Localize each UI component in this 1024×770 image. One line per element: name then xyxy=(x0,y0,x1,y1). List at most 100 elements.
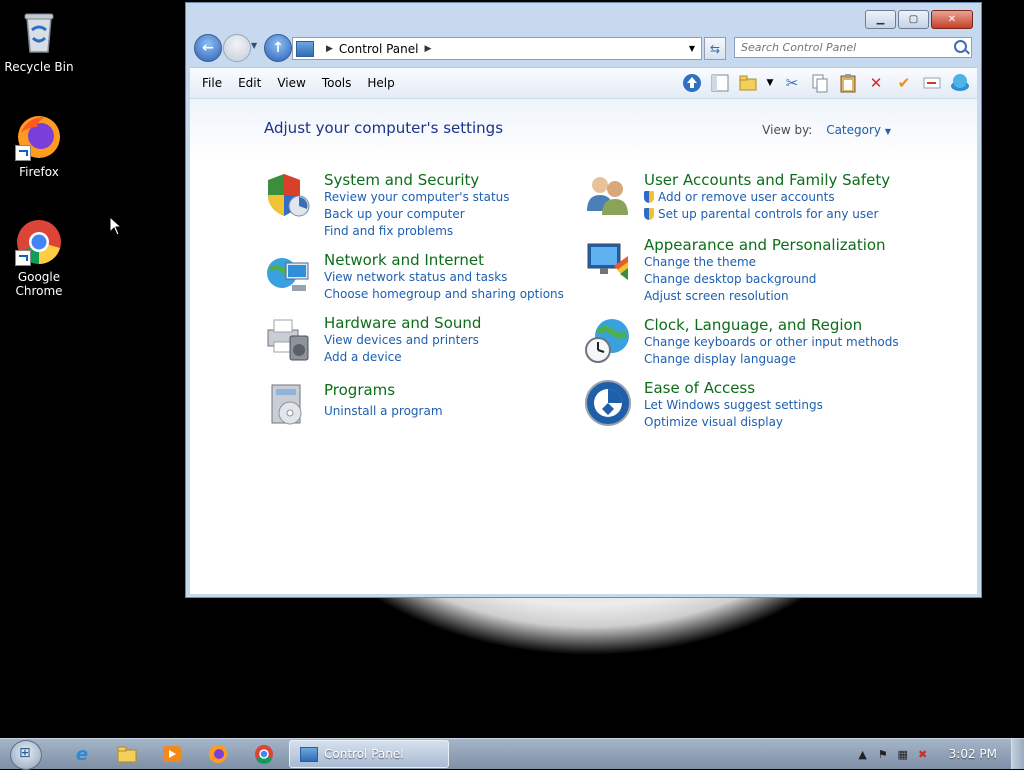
taskbar-task-control-panel[interactable]: Control Panel xyxy=(289,740,449,768)
task-label: Control Panel xyxy=(324,747,404,761)
rename-icon[interactable] xyxy=(921,72,943,94)
action-center-flag-icon[interactable]: ⚑ xyxy=(873,744,893,764)
volume-muted-icon[interactable]: ✖ xyxy=(913,744,933,764)
breadcrumb-separator-icon[interactable]: ▶ xyxy=(425,44,432,54)
up-button[interactable]: ↑ xyxy=(264,34,292,62)
category-title[interactable]: Ease of Access xyxy=(644,379,823,397)
cut-icon[interactable]: ✂ xyxy=(781,72,803,94)
user-accounts-icon xyxy=(584,171,632,219)
category-title[interactable]: Appearance and Personalization xyxy=(644,236,886,254)
link-suggest-settings[interactable]: Let Windows suggest settings xyxy=(644,397,823,414)
taskbar-firefox[interactable] xyxy=(200,742,236,766)
taskbar-media-player[interactable] xyxy=(154,742,190,766)
control-panel-icon xyxy=(300,746,318,762)
copy-icon[interactable] xyxy=(809,72,831,94)
link-display-language[interactable]: Change display language xyxy=(644,351,899,368)
refresh-button[interactable]: ⇆ xyxy=(704,37,726,60)
taskbar: e Control Panel ▲ ⚑ ▦ ✖ 3:02 PM xyxy=(0,738,1024,770)
link-uninstall-program[interactable]: Uninstall a program xyxy=(324,403,443,420)
search-icon[interactable] xyxy=(954,40,967,53)
breadcrumb-control-panel[interactable]: Control Panel xyxy=(339,42,419,56)
delete-icon[interactable]: ✕ xyxy=(865,72,887,94)
desktop-icon-chrome[interactable]: Google Chrome xyxy=(4,218,74,298)
folder-icon xyxy=(117,746,137,763)
show-hidden-icons-icon[interactable]: ▲ xyxy=(853,744,873,764)
chevron-down-icon[interactable]: ▼ xyxy=(765,72,775,94)
close-button[interactable]: ✕ xyxy=(931,10,973,29)
view-by-label: View by: xyxy=(762,123,813,137)
show-desktop-button[interactable] xyxy=(1011,739,1024,769)
folder-options-icon[interactable] xyxy=(737,72,759,94)
control-panel-window: ▁ ▢ ✕ ← ▼ ↑ ▶ Control Panel ▶ ▼ ⇆ File E… xyxy=(185,2,982,598)
up-folder-icon[interactable] xyxy=(681,72,703,94)
security-shield-icon xyxy=(264,171,312,219)
link-change-theme[interactable]: Change the theme xyxy=(644,254,886,271)
recycle-bin-icon xyxy=(15,8,63,56)
address-bar[interactable]: ▶ Control Panel ▶ ▼ xyxy=(292,37,702,60)
desktop-icon-recycle-bin[interactable]: Recycle Bin xyxy=(4,8,74,74)
properties-check-icon[interactable]: ✔ xyxy=(893,72,915,94)
desktop-icon-label: Google Chrome xyxy=(15,270,63,298)
taskbar-chrome[interactable] xyxy=(246,742,282,766)
link-parental-controls[interactable]: Set up parental controls for any user xyxy=(644,206,890,223)
chevron-down-icon: ▼ xyxy=(251,41,258,50)
link-add-device[interactable]: Add a device xyxy=(324,349,481,366)
menu-tools[interactable]: Tools xyxy=(314,76,360,90)
forward-button[interactable] xyxy=(223,34,251,62)
category-title[interactable]: User Accounts and Family Safety xyxy=(644,171,890,189)
link-optimize-visual[interactable]: Optimize visual display xyxy=(644,414,823,431)
start-button[interactable] xyxy=(10,740,42,770)
up-arrow-icon: ↑ xyxy=(272,40,284,56)
link-back-up[interactable]: Back up your computer xyxy=(324,206,510,223)
uac-shield-icon xyxy=(644,191,654,203)
category-title[interactable]: Clock, Language, and Region xyxy=(644,316,899,334)
network-globe-icon[interactable] xyxy=(949,72,971,94)
link-text[interactable]: Set up parental controls for any user xyxy=(658,207,878,221)
category-title[interactable]: Programs xyxy=(324,381,443,399)
menu-help[interactable]: Help xyxy=(359,76,402,90)
taskbar-ie[interactable]: e xyxy=(64,742,100,766)
network-icon[interactable]: ▦ xyxy=(893,744,913,764)
category-title[interactable]: System and Security xyxy=(324,171,510,189)
search-input[interactable] xyxy=(735,38,947,57)
ease-of-access-icon xyxy=(584,379,632,427)
link-text[interactable]: Add or remove user accounts xyxy=(658,190,835,204)
taskbar-explorer[interactable] xyxy=(109,742,145,766)
link-network-status[interactable]: View network status and tasks xyxy=(324,269,564,286)
view-by-dropdown[interactable]: Category ▼ xyxy=(826,123,891,137)
category-title[interactable]: Hardware and Sound xyxy=(324,314,481,332)
link-review-status[interactable]: Review your computer's status xyxy=(324,189,510,206)
link-devices-printers[interactable]: View devices and printers xyxy=(324,332,481,349)
maximize-icon: ▢ xyxy=(908,14,919,25)
address-row: ← ▼ ↑ ▶ Control Panel ▶ ▼ ⇆ xyxy=(194,34,974,62)
view-by: View by: Category ▼ xyxy=(762,123,891,137)
chevron-down-icon[interactable]: ▼ xyxy=(885,127,891,136)
link-homegroup-sharing[interactable]: Choose homegroup and sharing options xyxy=(324,286,564,303)
clock[interactable]: 3:02 PM xyxy=(949,747,997,761)
programs-icon xyxy=(264,381,312,429)
category-title[interactable]: Network and Internet xyxy=(324,251,564,269)
desktop-icon-firefox[interactable]: Firefox xyxy=(4,113,74,179)
minimize-icon: ▁ xyxy=(876,14,885,25)
maximize-button[interactable]: ▢ xyxy=(898,10,929,29)
link-change-keyboards[interactable]: Change keyboards or other input methods xyxy=(644,334,899,351)
menu-edit[interactable]: Edit xyxy=(230,76,269,90)
desktop-icon-label: Recycle Bin xyxy=(4,60,74,74)
recent-pages-dropdown[interactable]: ▼ xyxy=(251,41,257,50)
firefox-icon xyxy=(209,745,227,763)
minimize-button[interactable]: ▁ xyxy=(865,10,896,29)
link-add-remove-accounts[interactable]: Add or remove user accounts xyxy=(644,189,890,206)
search-box[interactable] xyxy=(734,37,972,58)
uac-shield-icon xyxy=(644,208,654,220)
address-dropdown-icon[interactable]: ▼ xyxy=(689,44,695,53)
menu-file[interactable]: File xyxy=(194,76,230,90)
link-desktop-background[interactable]: Change desktop background xyxy=(644,271,886,288)
link-find-fix[interactable]: Find and fix problems xyxy=(324,223,510,240)
close-icon: ✕ xyxy=(947,14,957,25)
preview-pane-icon[interactable] xyxy=(709,72,731,94)
view-by-value[interactable]: Category xyxy=(826,123,881,137)
link-screen-resolution[interactable]: Adjust screen resolution xyxy=(644,288,886,305)
paste-icon[interactable] xyxy=(837,72,859,94)
back-button[interactable]: ← xyxy=(194,34,222,62)
menu-view[interactable]: View xyxy=(269,76,313,90)
